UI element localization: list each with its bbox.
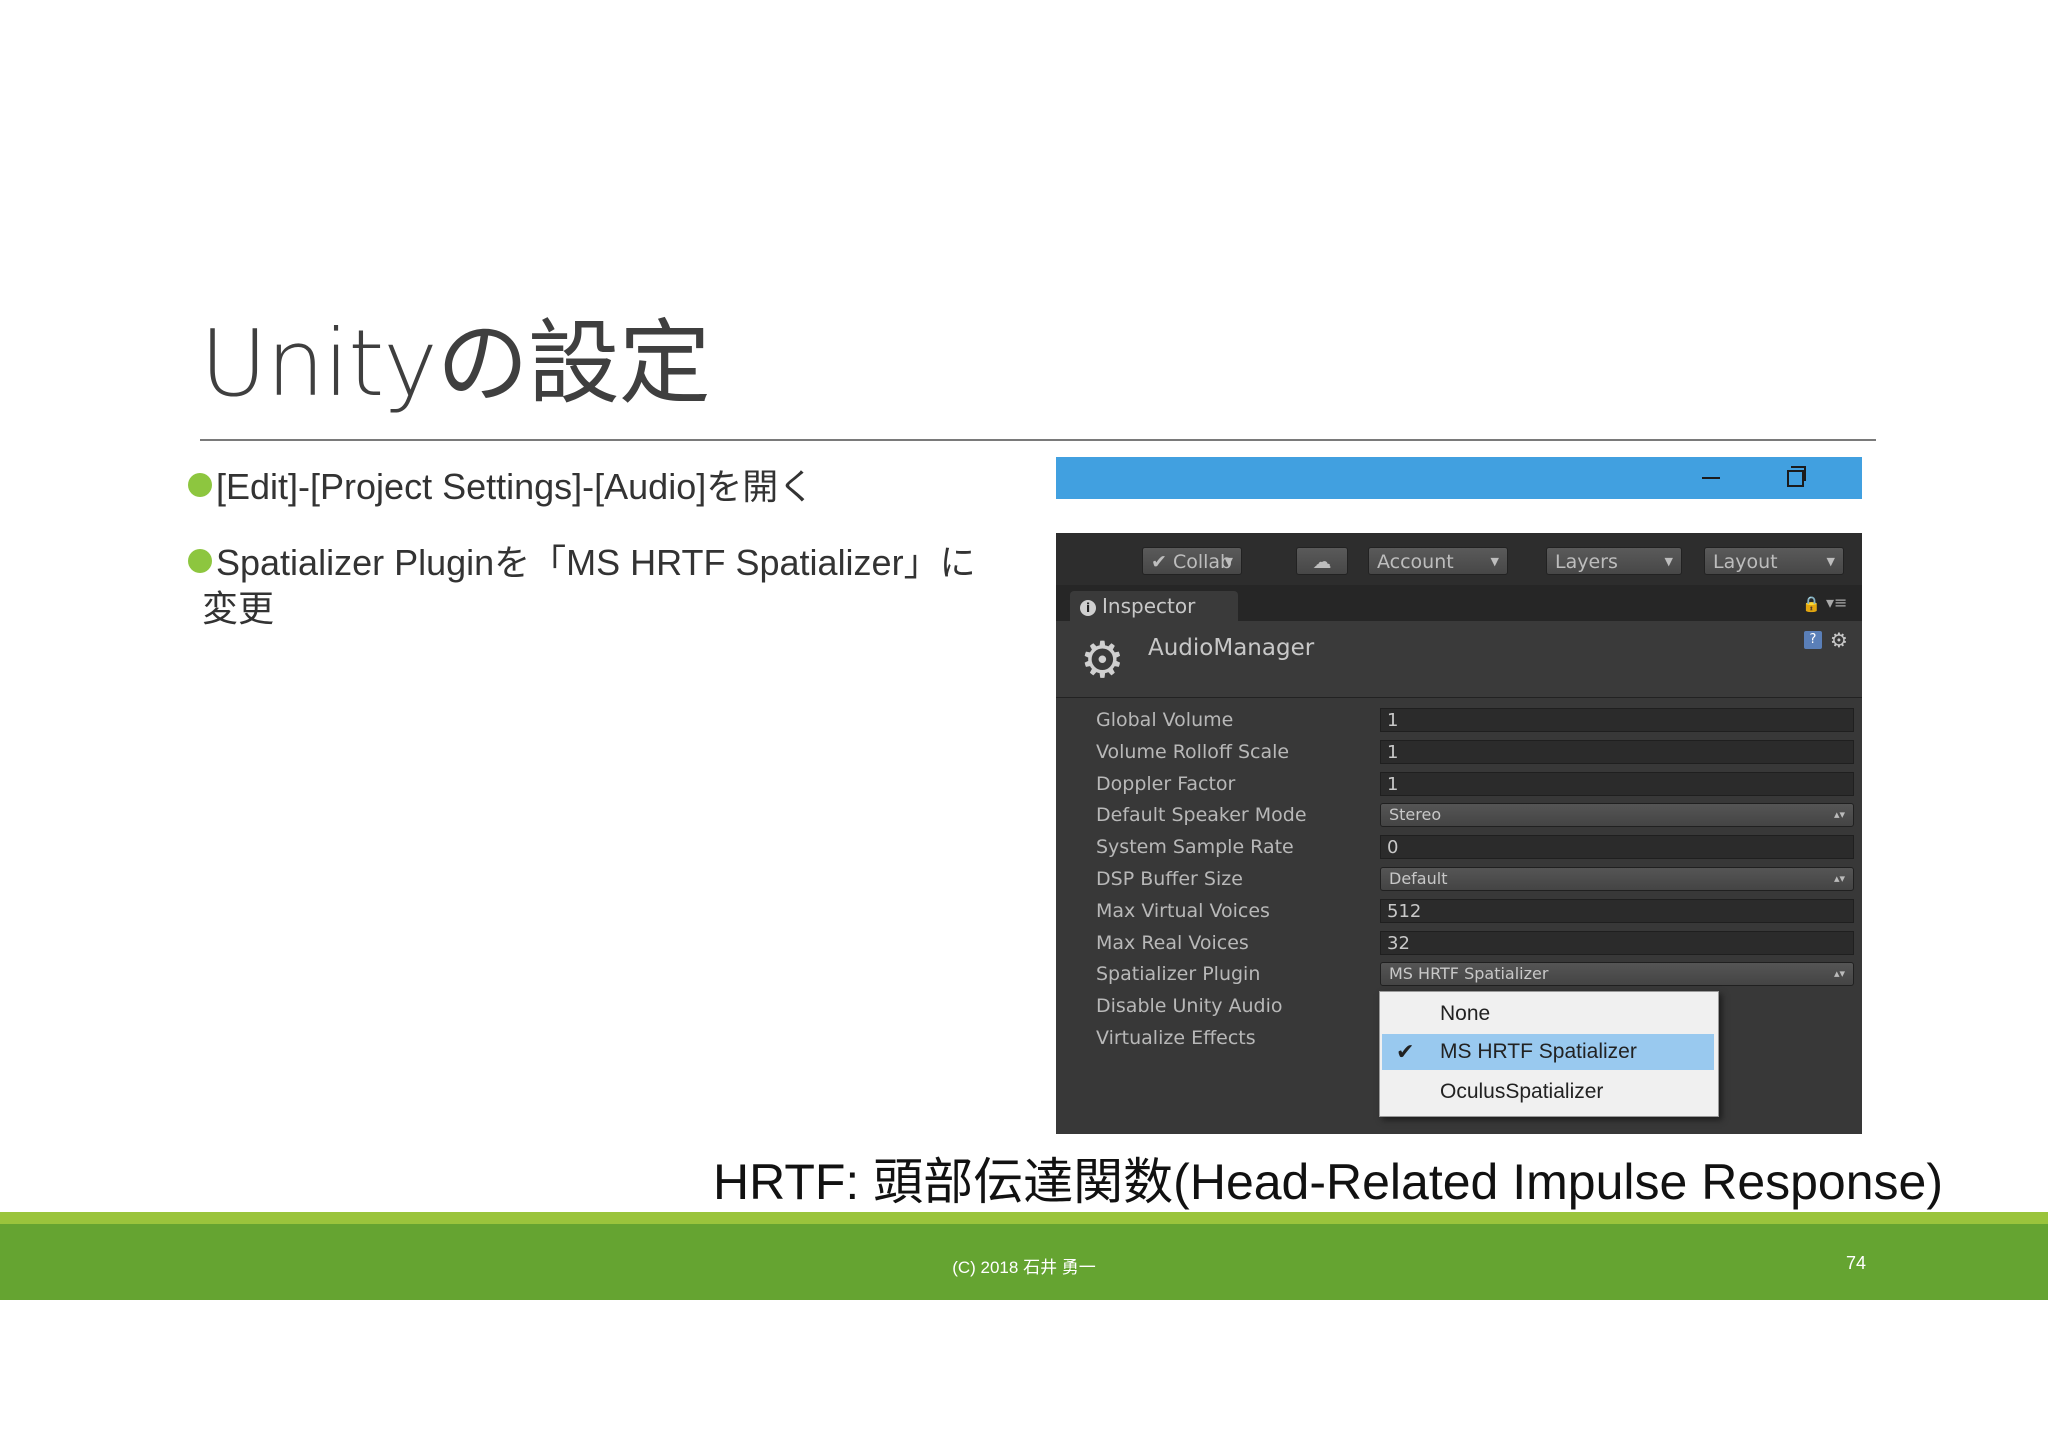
bullet-2: Spatializer Pluginを「MS HRTF Spatializer」… [188, 540, 988, 632]
menu-item-oculus[interactable]: OculusSpatializer [1382, 1074, 1714, 1110]
minimize-button[interactable] [1682, 457, 1740, 499]
bullet-2-continuation: 変更 [202, 588, 275, 629]
caret-down-icon: ▼ [1490, 555, 1499, 568]
menu-item-label: OculusSpatializer [1440, 1080, 1604, 1103]
close-button[interactable]: ✕ [1846, 457, 1862, 499]
row-label: Spatializer Plugin [1096, 963, 1261, 985]
dsp-buffer-value: Default [1389, 869, 1448, 888]
unity-window: ✕ ✔ Collab ▼ ☁ Account ▼ Layers ▼ Layout… [1056, 457, 1862, 1134]
tab-inspector[interactable]: i Inspector [1070, 591, 1238, 621]
footer-copyright: (C) 2018 石井 勇一 [952, 1258, 1096, 1277]
row-label: Doppler Factor [1096, 773, 1236, 795]
row-label: Disable Unity Audio [1096, 995, 1283, 1017]
dsp-buffer-dropdown[interactable]: Default ▴▾ [1380, 867, 1854, 891]
toolbar: ✔ Collab ▼ ☁ Account ▼ Layers ▼ Layout ▼ [1056, 533, 1862, 585]
gear-icon: ⚙ [1080, 631, 1125, 689]
spatializer-plugin-value: MS HRTF Spatializer [1389, 964, 1549, 983]
spatializer-plugin-dropdown[interactable]: MS HRTF Spatializer ▴▾ [1380, 962, 1854, 986]
row-label: Virtualize Effects [1096, 1027, 1256, 1049]
layout-label: Layout [1713, 551, 1778, 573]
restore-icon [1787, 470, 1804, 487]
bullet-1-text: [Edit]-[Project Settings]-[Audio]を開く [216, 466, 815, 507]
global-volume-field[interactable]: 1 [1380, 708, 1854, 732]
collab-button[interactable]: ✔ Collab ▼ [1142, 547, 1242, 575]
menu-item-label: MS HRTF Spatializer [1440, 1040, 1637, 1063]
collab-label: Collab [1172, 551, 1233, 573]
menu-strip [1056, 499, 1862, 533]
title-divider [200, 439, 1876, 441]
doppler-factor-field[interactable]: 1 [1380, 772, 1854, 796]
settings-icon[interactable]: ⚙ [1830, 628, 1848, 652]
lock-icon[interactable]: 🔒 [1802, 595, 1821, 613]
spatializer-popup-menu: None ✔ MS HRTF Spatializer OculusSpatial… [1379, 991, 1719, 1117]
caret-down-icon: ▼ [1664, 555, 1673, 568]
menu-item-none[interactable]: None [1382, 996, 1714, 1032]
bullet-dot-icon [188, 473, 212, 498]
bullet-dot-icon [188, 549, 212, 574]
page-number: 74 [1846, 1253, 1867, 1273]
row-label: Default Speaker Mode [1096, 804, 1307, 826]
bullet-1: [Edit]-[Project Settings]-[Audio]を開く [188, 464, 814, 510]
tab-row: i Inspector 🔒 ▾≡ [1056, 585, 1862, 621]
caret-down-icon: ▼ [1224, 555, 1233, 568]
minimize-icon [1702, 477, 1720, 479]
footer-accent-bar [0, 1212, 2048, 1224]
speaker-mode-value: Stereo [1389, 805, 1442, 824]
account-label: Account [1377, 551, 1454, 573]
max-virtual-voices-field[interactable]: 512 [1380, 899, 1854, 923]
layout-button[interactable]: Layout ▼ [1704, 547, 1844, 575]
cloud-button[interactable]: ☁ [1296, 547, 1348, 575]
restore-button[interactable] [1766, 457, 1824, 499]
check-icon: ✔ [1151, 551, 1167, 573]
row-label: System Sample Rate [1096, 836, 1294, 858]
updown-arrows-icon: ▴▾ [1833, 808, 1845, 821]
tab-inspector-label: Inspector [1102, 594, 1196, 618]
row-label: Max Real Voices [1096, 932, 1249, 954]
inspector-header: ⚙ AudioManager ? ⚙ [1056, 621, 1862, 698]
window-titlebar: ✕ [1056, 457, 1862, 499]
row-label: Global Volume [1096, 709, 1234, 731]
updown-arrows-icon: ▴▾ [1833, 872, 1845, 885]
inspector-title: AudioManager [1148, 635, 1315, 661]
caret-down-icon: ▼ [1826, 555, 1835, 568]
account-button[interactable]: Account ▼ [1368, 547, 1508, 575]
menu-item-label: None [1440, 1002, 1491, 1025]
updown-arrows-icon: ▴▾ [1833, 967, 1845, 980]
tab-menu-icon[interactable]: ▾≡ [1826, 593, 1847, 612]
layers-label: Layers [1555, 551, 1618, 573]
speaker-mode-dropdown[interactable]: Stereo ▴▾ [1380, 803, 1854, 827]
cloud-icon: ☁ [1312, 551, 1332, 573]
row-label: Volume Rolloff Scale [1096, 741, 1290, 763]
bullet-2-text: Spatializer Pluginを「MS HRTF Spatializer」… [216, 542, 976, 583]
help-icon[interactable]: ? [1804, 631, 1822, 649]
sample-rate-field[interactable]: 0 [1380, 835, 1854, 859]
slide-title: Unityの設定 [200, 310, 711, 417]
row-label: DSP Buffer Size [1096, 868, 1243, 890]
hrtf-caption: HRTF: 頭部伝達関数(Head-Related Impulse Respon… [713, 1154, 1944, 1210]
volume-rolloff-field[interactable]: 1 [1380, 740, 1854, 764]
row-label: Max Virtual Voices [1096, 900, 1270, 922]
checkmark-icon: ✔ [1396, 1039, 1415, 1064]
max-real-voices-field[interactable]: 32 [1380, 931, 1854, 955]
info-icon: i [1080, 600, 1096, 616]
menu-item-ms-hrtf[interactable]: ✔ MS HRTF Spatializer [1382, 1034, 1714, 1070]
layers-button[interactable]: Layers ▼ [1546, 547, 1682, 575]
